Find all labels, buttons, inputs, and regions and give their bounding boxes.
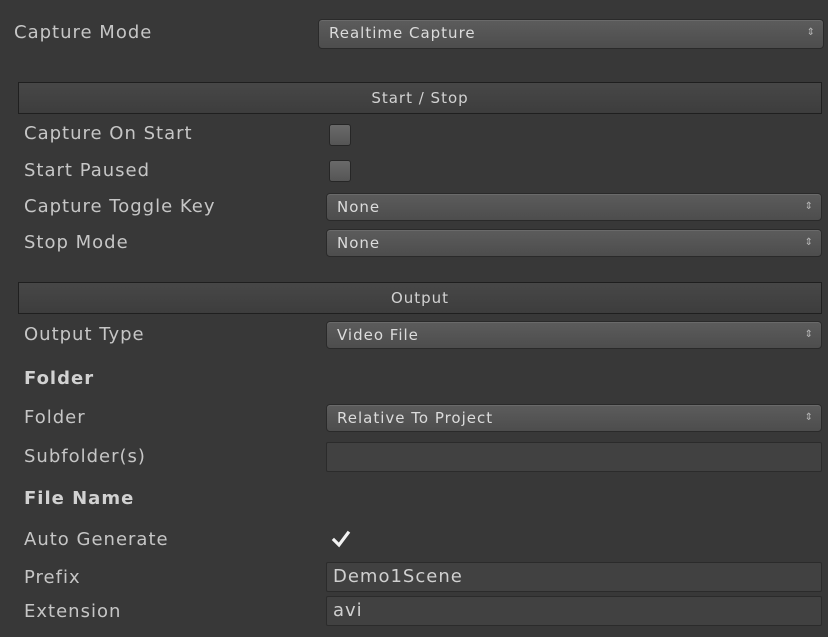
output-type-dropdown[interactable]: Video File ⇕: [326, 321, 822, 349]
extension-label: Extension: [24, 601, 122, 622]
auto-generate-checkbox[interactable]: [329, 529, 351, 551]
capture-on-start-row: Capture On Start: [0, 117, 828, 151]
auto-generate-label: Auto Generate: [24, 529, 169, 550]
prefix-label: Prefix: [24, 567, 81, 588]
capture-toggle-key-row: Capture Toggle Key None ⇕: [0, 190, 828, 224]
output-type-row: Output Type Video File ⇕: [0, 318, 828, 352]
extension-row: Extension avi: [0, 595, 828, 629]
capture-toggle-key-label: Capture Toggle Key: [24, 196, 216, 217]
capture-mode-value: Realtime Capture: [329, 24, 476, 42]
prefix-input[interactable]: Demo1Scene: [326, 562, 822, 592]
up-down-arrows-icon: ⇕: [804, 237, 813, 248]
up-down-arrows-icon: ⇕: [806, 27, 815, 38]
subfolders-label: Subfolder(s): [24, 446, 146, 467]
stop-mode-value: None: [337, 234, 381, 252]
prefix-value: Demo1Scene: [333, 566, 463, 587]
capture-mode-label: Capture Mode: [14, 22, 153, 43]
capture-on-start-checkbox[interactable]: [329, 124, 351, 146]
start-paused-row: Start Paused: [0, 154, 828, 188]
up-down-arrows-icon: ⇕: [804, 412, 813, 423]
start-paused-label: Start Paused: [24, 160, 151, 181]
folder-heading: Folder: [24, 368, 95, 389]
capture-toggle-key-dropdown[interactable]: None ⇕: [326, 193, 822, 221]
file-name-heading: File Name: [24, 488, 135, 509]
folder-value: Relative To Project: [337, 409, 494, 427]
prefix-row: Prefix Demo1Scene: [0, 561, 828, 595]
output-section-header[interactable]: Output: [18, 282, 822, 314]
start-paused-checkbox[interactable]: [329, 160, 351, 182]
subfolders-row: Subfolder(s): [0, 440, 828, 474]
subfolders-input[interactable]: [326, 442, 822, 472]
folder-dropdown[interactable]: Relative To Project ⇕: [326, 404, 822, 432]
up-down-arrows-icon: ⇕: [804, 329, 813, 340]
stop-mode-row: Stop Mode None ⇕: [0, 226, 828, 260]
output-type-label: Output Type: [24, 324, 145, 345]
extension-value: avi: [333, 600, 363, 621]
file-name-heading-row: File Name: [0, 482, 828, 516]
folder-heading-row: Folder: [0, 362, 828, 396]
stop-mode-dropdown[interactable]: None ⇕: [326, 229, 822, 257]
capture-toggle-key-value: None: [337, 198, 381, 216]
capture-mode-dropdown[interactable]: Realtime Capture ⇕: [318, 19, 824, 49]
output-type-value: Video File: [337, 326, 419, 344]
folder-label: Folder: [24, 407, 86, 428]
start-stop-section-header[interactable]: Start / Stop: [18, 82, 822, 114]
extension-input[interactable]: avi: [326, 596, 822, 626]
folder-row: Folder Relative To Project ⇕: [0, 401, 828, 435]
capture-on-start-label: Capture On Start: [24, 123, 193, 144]
auto-generate-row: Auto Generate: [0, 523, 828, 557]
stop-mode-label: Stop Mode: [24, 232, 129, 253]
capture-mode-row: Capture Mode Realtime Capture ⇕: [0, 16, 828, 50]
checkmark-icon: [331, 530, 351, 548]
up-down-arrows-icon: ⇕: [804, 201, 813, 212]
